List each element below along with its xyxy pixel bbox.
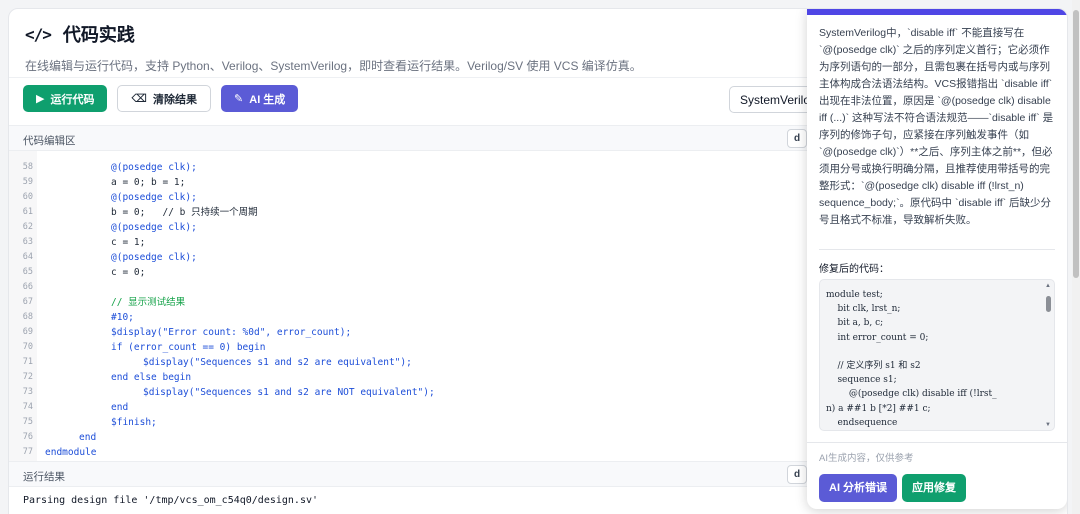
- page-header: </> 代码实践 在线编辑与运行代码，支持 Python、Verilog、Sys…: [25, 21, 642, 74]
- code-line: 71 $display("Sequences s1 and s2 are equi…: [9, 355, 819, 370]
- run-code-label: 运行代码: [50, 93, 95, 106]
- scroll-down-arrow-icon[interactable]: ▼: [1045, 422, 1051, 428]
- code-line-text: #10;: [111, 312, 134, 323]
- code-line: 65 c = 0;: [9, 265, 819, 280]
- clear-results-button[interactable]: ⌫ 清除结果: [117, 85, 212, 112]
- code-line-text: $display("Sequences s1 and s2 are equiva…: [143, 357, 412, 368]
- code-line: 63 c = 1;: [9, 235, 819, 250]
- code-editor[interactable]: 58 @(posedge clk); 59 a = 0; b = 1; 60 @(pose…: [9, 151, 819, 461]
- fixed-code-scrollbar[interactable]: [1046, 296, 1051, 312]
- ai-generate-button[interactable]: ✎ AI 生成: [221, 85, 299, 112]
- line-number: 62: [22, 222, 33, 232]
- apply-fix-button[interactable]: 应用修复: [902, 474, 966, 502]
- line-number: 73: [22, 387, 33, 397]
- pencil-icon: ✎: [234, 93, 244, 105]
- code-line: 77 endmodule: [9, 445, 819, 460]
- code-line: 61 b = 0; // b 只持续一个周期: [9, 205, 819, 220]
- code-line: 70 if (error_count == 0) begin: [9, 340, 819, 355]
- code-icon: </>: [25, 24, 52, 44]
- line-number: 70: [22, 342, 33, 352]
- code-line-text: $display("Sequences s1 and s2 are NOT eq…: [143, 387, 435, 398]
- code-line-text: $display("Error count: %0d", error_count…: [111, 327, 352, 338]
- editor-copy-button[interactable]: d: [787, 129, 807, 148]
- editor-label: 代码编辑区: [23, 135, 76, 147]
- code-line: 75 $finish;: [9, 415, 819, 430]
- line-number: 77: [22, 447, 33, 457]
- code-line: 72 end else begin: [9, 370, 819, 385]
- clear-results-label: 清除结果: [153, 93, 198, 106]
- title-row: </> 代码实践: [25, 21, 642, 47]
- fixed-code-label: 修复后的代码：: [819, 264, 889, 275]
- line-number: 60: [22, 192, 33, 202]
- line-number: 64: [22, 252, 33, 262]
- eraser-icon: ⌫: [131, 93, 148, 105]
- fixed-code-text: module test; bit clk, lrst_n; bit a, b, …: [826, 290, 997, 428]
- play-icon: ▶: [36, 93, 45, 105]
- result-output: Parsing design file '/tmp/vcs_om_c54q0/d…: [23, 495, 319, 506]
- code-line-text: // 显示测试结果: [111, 297, 186, 308]
- line-number: 76: [22, 432, 33, 442]
- code-line-text: end else begin: [111, 372, 192, 383]
- result-copy-button[interactable]: d: [787, 465, 807, 484]
- line-number: 66: [22, 282, 33, 292]
- code-line: 66: [9, 280, 819, 295]
- code-practice-card: </> 代码实践 在线编辑与运行代码，支持 Python、Verilog、Sys…: [8, 8, 1068, 514]
- code-line-text: endmodule: [45, 447, 97, 458]
- line-number: 71: [22, 357, 33, 367]
- result-label: 运行结果: [23, 471, 65, 483]
- code-line: 67 // 显示测试结果: [9, 295, 819, 310]
- line-number: 72: [22, 372, 33, 382]
- panel-footer-divider: [807, 442, 1067, 443]
- line-number: 61: [22, 207, 33, 217]
- code-line-text: @(posedge clk);: [111, 252, 197, 263]
- code-line: 60 @(posedge clk);: [9, 190, 819, 205]
- ai-generate-label: AI 生成: [249, 93, 286, 106]
- line-number: 68: [22, 312, 33, 322]
- line-number: 65: [22, 267, 33, 277]
- ai-analysis-panel: SystemVerilog中，`disable iff` 不能直接写在 `@(p…: [807, 9, 1067, 509]
- ai-analyze-error-button[interactable]: AI 分析错误: [819, 474, 898, 502]
- ai-analysis-text: SystemVerilog中，`disable iff` 不能直接写在 `@(p…: [819, 27, 1054, 226]
- page-title: 代码实践: [62, 25, 135, 45]
- code-line: 59 a = 0; b = 1;: [9, 175, 819, 190]
- line-number: 63: [22, 237, 33, 247]
- code-line: 62 @(posedge clk);: [9, 220, 819, 235]
- page-scrollbar-thumb[interactable]: [1073, 10, 1079, 278]
- code-line-text: @(posedge clk);: [111, 192, 197, 203]
- line-number: 67: [22, 297, 33, 307]
- code-line-text: end: [111, 402, 129, 413]
- panel-divider: [819, 249, 1055, 250]
- code-line: 74 end: [9, 400, 819, 415]
- code-line-text: c = 1;: [111, 237, 146, 248]
- toolbar: ▶ 运行代码 ⌫ 清除结果 ✎ AI 生成: [23, 85, 299, 112]
- code-line: 73 $display("Sequences s1 and s2 are NOT …: [9, 385, 819, 400]
- code-line-text: b = 0; // b 只持续一个周期: [111, 207, 258, 218]
- ai-disclaimer: AI生成内容，仅供参考: [819, 453, 914, 464]
- fixed-code-block[interactable]: module test; bit clk, lrst_n; bit a, b, …: [819, 279, 1055, 431]
- code-line-text: a = 0; b = 1;: [111, 177, 186, 188]
- page-subtitle: 在线编辑与运行代码，支持 Python、Verilog、SystemVerilo…: [25, 59, 642, 73]
- line-number: 75: [22, 417, 33, 427]
- code-line-text: $finish;: [111, 417, 157, 428]
- line-number: 69: [22, 327, 33, 337]
- code-line: 69 $display("Error count: %0d", error_cou…: [9, 325, 819, 340]
- code-line: 58 @(posedge clk);: [9, 160, 819, 175]
- code-line-text: @(posedge clk);: [111, 162, 197, 173]
- code-line-text: @(posedge clk);: [111, 222, 197, 233]
- line-number: 59: [22, 177, 33, 187]
- panel-accent-bar: [807, 9, 1067, 15]
- line-number: 74: [22, 402, 33, 412]
- code-line-text: end: [79, 432, 97, 443]
- code-line-text: c = 0;: [111, 267, 146, 278]
- run-code-button[interactable]: ▶ 运行代码: [23, 85, 108, 112]
- code-line: 68 #10;: [9, 310, 819, 325]
- code-line: 64 @(posedge clk);: [9, 250, 819, 265]
- code-line-text: if (error_count == 0) begin: [111, 342, 266, 353]
- code-line: 76 end: [9, 430, 819, 445]
- line-number: 58: [22, 162, 33, 172]
- scroll-up-arrow-icon[interactable]: ▲: [1045, 283, 1051, 289]
